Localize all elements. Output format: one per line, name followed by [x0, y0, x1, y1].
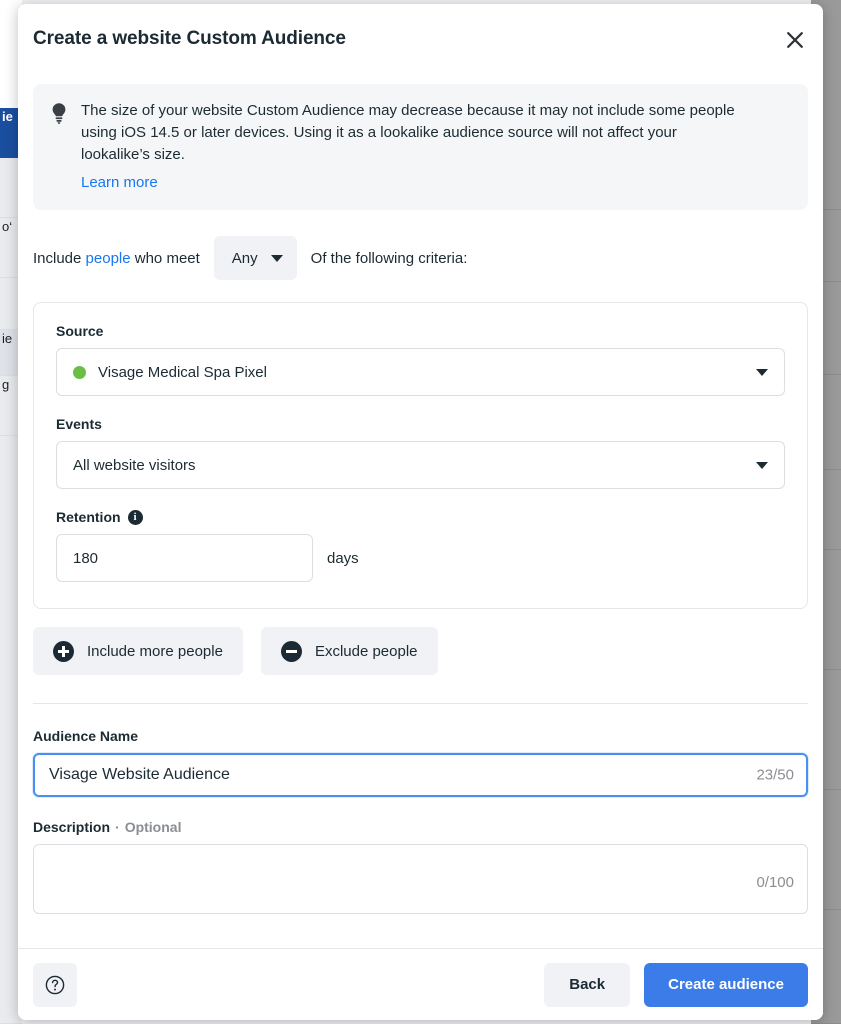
- source-select[interactable]: Visage Medical Spa Pixel: [56, 348, 785, 397]
- retention-unit-label: days: [327, 549, 359, 567]
- criteria-middle: who meet: [130, 249, 200, 267]
- background-row-label: g: [2, 377, 10, 392]
- description-separator: ·: [115, 819, 120, 836]
- events-label-text: Events: [56, 416, 102, 433]
- minus-circle-icon: [280, 640, 302, 662]
- description-label: Description · Optional: [33, 819, 808, 835]
- question-circle-icon[interactable]: [33, 962, 77, 1007]
- events-value: All website visitors: [73, 456, 196, 474]
- exclude-people-label: Exclude people: [314, 642, 418, 660]
- match-operator-dropdown[interactable]: Any: [213, 236, 297, 281]
- ios-notice-banner: The size of your website Custom Audience…: [33, 84, 808, 211]
- criteria-row: Include people who meet Any Of the follo…: [33, 236, 808, 281]
- dialog-title: Create a website Custom Audience: [33, 28, 346, 49]
- criteria-suffix: Of the following criteria:: [310, 249, 468, 267]
- retention-row: days: [56, 534, 785, 583]
- rule-card: Source Visage Medical Spa Pixel Events A…: [33, 302, 808, 610]
- audience-actions-row: Include more people Exclude people: [33, 627, 808, 676]
- chevron-down-icon: [756, 368, 768, 376]
- description-field-wrap: 0/100: [33, 844, 808, 919]
- people-link[interactable]: people: [86, 250, 131, 267]
- section-divider: [33, 703, 808, 705]
- description-label-text: Description: [33, 819, 111, 836]
- description-input[interactable]: [33, 844, 808, 915]
- dialog-footer: Back Create audience: [18, 948, 823, 1020]
- source-label-text: Source: [56, 323, 104, 340]
- audience-name-field-wrap: 23/50: [33, 753, 808, 798]
- match-operator-value: Any: [231, 249, 258, 267]
- events-label: Events: [56, 416, 785, 432]
- audience-name-label: Audience Name: [33, 728, 808, 744]
- create-audience-button[interactable]: Create audience: [644, 962, 808, 1007]
- close-icon[interactable]: [775, 20, 815, 60]
- back-button[interactable]: Back: [544, 962, 631, 1007]
- events-select[interactable]: All website visitors: [56, 441, 785, 490]
- lightbulb-icon: [49, 100, 69, 192]
- include-more-people-button[interactable]: Include more people: [33, 627, 243, 676]
- dialog-header: Create a website Custom Audience: [18, 4, 823, 74]
- exclude-people-button[interactable]: Exclude people: [260, 627, 438, 676]
- learn-more-link[interactable]: Learn more: [81, 174, 158, 191]
- create-custom-audience-dialog: Create a website Custom Audience The siz…: [18, 4, 823, 1020]
- chevron-down-icon: [756, 461, 768, 469]
- retention-label-text: Retention: [56, 509, 121, 526]
- description-optional-label: Optional: [124, 819, 182, 836]
- source-label: Source: [56, 323, 785, 339]
- background-row-label: ie: [2, 109, 13, 124]
- plus-circle-icon: [53, 640, 74, 662]
- source-value: Visage Medical Spa Pixel: [98, 363, 267, 381]
- retention-input[interactable]: [56, 534, 313, 583]
- audience-name-input[interactable]: [33, 753, 808, 798]
- retention-label: Retention i: [56, 509, 785, 525]
- criteria-prefix: Include: [33, 249, 86, 267]
- background-row-label: o‘: [2, 219, 13, 234]
- notice-text: The size of your website Custom Audience…: [81, 102, 735, 164]
- include-more-people-label: Include more people: [87, 642, 223, 660]
- audience-name-label-text: Audience Name: [33, 728, 139, 745]
- chevron-down-icon: [270, 254, 283, 262]
- info-icon[interactable]: i: [127, 509, 143, 525]
- pixel-status-dot-icon: [73, 365, 86, 379]
- dialog-body: The size of your website Custom Audience…: [18, 74, 823, 948]
- background-row-label: ie: [2, 331, 13, 346]
